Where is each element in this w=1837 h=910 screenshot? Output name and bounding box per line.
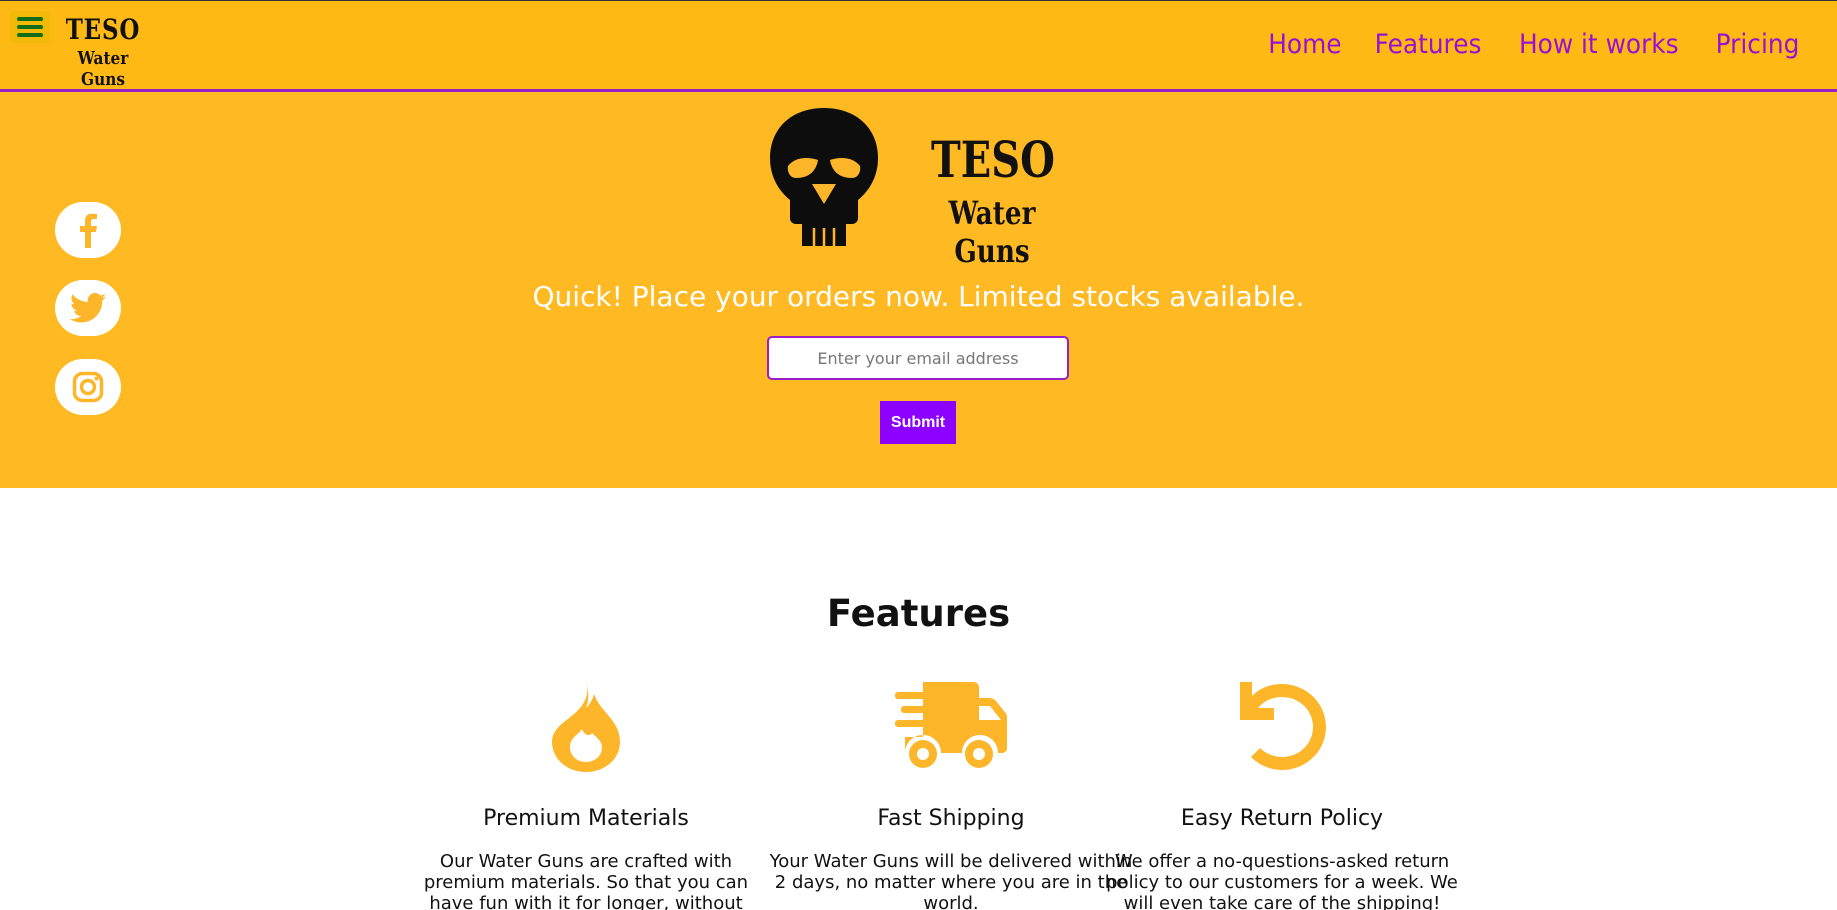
shipping-fast-icon — [895, 682, 1007, 768]
undo-icon — [1240, 682, 1326, 770]
hero-logo: TESO Water Guns — [766, 106, 1076, 270]
header-logo-line1: TESO — [65, 13, 141, 46]
hamburger-menu-icon[interactable] — [10, 11, 50, 43]
fire-icon — [552, 680, 620, 772]
nav-link-home[interactable]: Home — [1268, 29, 1341, 60]
hero-tagline: Quick! Place your orders now. Limited st… — [532, 280, 1305, 313]
main-nav: Home Features How it works Pricing — [1265, 29, 1803, 60]
submit-button[interactable]: Submit — [880, 401, 956, 444]
features-heading: Features — [826, 592, 1011, 635]
feature-description: We offer a no-questions-asked return pol… — [1106, 851, 1458, 910]
feature-title: Easy Return Policy — [1180, 806, 1384, 831]
site-header: TESO Water Guns Home Features How it wor… — [0, 0, 1837, 92]
feature-card-premium-materials: Premium Materials Our Water Guns are cra… — [386, 680, 786, 910]
hero-logo-line2: Water Guns — [948, 194, 1036, 270]
feature-title: Premium Materials — [483, 806, 689, 831]
feature-description: Our Water Guns are crafted with premium … — [423, 851, 749, 910]
email-input[interactable] — [767, 336, 1069, 380]
nav-link-how-it-works[interactable]: How it works — [1519, 29, 1679, 60]
hero-logo-line1: TESO — [931, 130, 1055, 189]
instagram-icon[interactable] — [55, 359, 121, 415]
header-logo-line2: Water Guns — [77, 48, 129, 90]
skull-logo-icon — [770, 108, 878, 246]
feature-card-easy-return: Easy Return Policy We offer a no-questio… — [1082, 680, 1482, 910]
header-logo[interactable]: TESO Water Guns — [48, 13, 158, 90]
nav-link-features[interactable]: Features — [1375, 29, 1482, 60]
facebook-icon[interactable] — [55, 202, 121, 258]
hero-section: TESO Water Guns Quick! Place your orders… — [0, 92, 1837, 488]
nav-link-pricing[interactable]: Pricing — [1716, 29, 1800, 60]
